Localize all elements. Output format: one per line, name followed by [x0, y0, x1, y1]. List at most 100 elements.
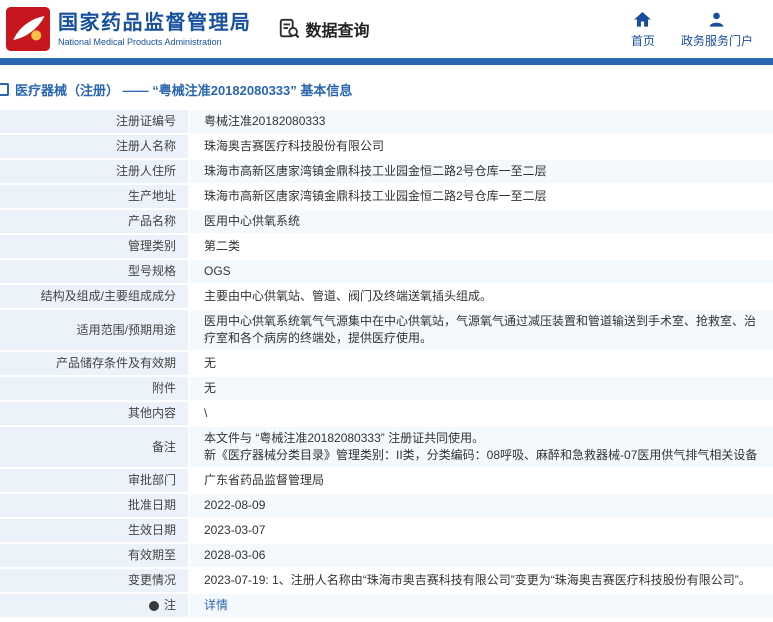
nav-gov-portal-label: 政务服务门户 [681, 32, 753, 49]
row-label-text: 审批部门 [128, 472, 176, 489]
row-label: 注册人名称 [0, 135, 188, 158]
breadcrumb-icon [0, 83, 9, 96]
row-label: 注册证编号 [0, 110, 188, 133]
table-row: 注册人住所珠海市高新区唐家湾镇金鼎科技工业园金恒二路2号仓库一至二层 [0, 160, 773, 183]
row-value: 主要由中心供氧站、管道、阀门及终端送氧插头组成。 [190, 285, 773, 308]
row-label-text: 备注 [152, 439, 176, 456]
nav-home[interactable]: 首页 [631, 10, 655, 49]
breadcrumb: 医疗器械（注册） —— “粤械注准20182080333” 基本信息 [0, 65, 773, 110]
table-row: 审批部门广东省药品监督管理局 [0, 469, 773, 492]
row-label-text: 管理类别 [128, 238, 176, 255]
row-label-text: 型号规格 [128, 263, 176, 280]
table-row: 附件无 [0, 377, 773, 400]
row-value: 2028-03-06 [190, 544, 773, 567]
row-value: 医用中心供氧系统氧气气源集中在中心供氧站，气源氧气通过减压装置和管道输送到手术室… [190, 310, 773, 350]
top-nav: 首页 政务服务门户 [631, 10, 761, 49]
row-value: 详情 [190, 594, 773, 617]
row-label-text: 注 [164, 597, 176, 614]
data-query-icon [278, 18, 300, 40]
registration-info-table: 注册证编号粤械注准20182080333注册人名称珠海奥吉赛医疗科技股份有限公司… [0, 110, 773, 617]
row-label: 结构及组成/主要组成成分 [0, 285, 188, 308]
table-row: 变更情况 2023-07-19: 1、注册人名称由“珠海市奥吉赛科技有限公司”变更… [0, 569, 773, 592]
table-row: 生产地址珠海市高新区唐家湾镇金鼎科技工业园金恒二路2号仓库一至二层 [0, 185, 773, 208]
home-icon [633, 10, 652, 29]
row-label-text: 注册证编号 [116, 113, 176, 130]
row-label: 注册人住所 [0, 160, 188, 183]
row-label: 注 [0, 594, 188, 617]
row-value: 无 [190, 377, 773, 400]
table-row: 管理类别第二类 [0, 235, 773, 258]
detail-link[interactable]: 详情 [204, 597, 228, 614]
row-label-text: 产品名称 [128, 213, 176, 230]
row-label-text: 有效期至 [128, 547, 176, 564]
table-row: 型号规格 OGS [0, 260, 773, 283]
row-label: 附件 [0, 377, 188, 400]
user-icon [707, 10, 726, 29]
row-label-text: 生产地址 [128, 188, 176, 205]
logo-text: 国家药品监督管理局 National Medical Products Admi… [58, 12, 252, 47]
header-divider-bar [0, 58, 773, 65]
row-value: 无 [190, 352, 773, 375]
data-query-label: 数据查询 [306, 17, 370, 41]
row-label-text: 适用范围/预期用途 [77, 322, 176, 339]
row-label-text: 附件 [152, 380, 176, 397]
row-label: 产品储存条件及有效期 [0, 352, 188, 375]
row-value: \ [190, 402, 773, 425]
row-value: 2023-07-19: 1、注册人名称由“珠海市奥吉赛科技有限公司”变更为“珠海… [190, 569, 773, 592]
row-value: 2023-03-07 [190, 519, 773, 542]
nav-gov-portal[interactable]: 政务服务门户 [681, 10, 753, 49]
row-label: 其他内容 [0, 402, 188, 425]
row-label: 备注 [0, 427, 188, 467]
row-value: 粤械注准20182080333 [190, 110, 773, 133]
row-label-text: 变更情况 [128, 572, 176, 589]
table-row: 批准日期 2022-08-09 [0, 494, 773, 517]
nmpa-logo-icon [6, 7, 50, 51]
table-row: 生效日期 2023-03-07 [0, 519, 773, 542]
data-query-title: 数据查询 [278, 17, 370, 41]
row-label-text: 生效日期 [128, 522, 176, 539]
table-row: 结构及组成/主要组成成分主要由中心供氧站、管道、阀门及终端送氧插头组成。 [0, 285, 773, 308]
row-label: 批准日期 [0, 494, 188, 517]
table-row: 其他内容 \ [0, 402, 773, 425]
table-row: 产品储存条件及有效期无 [0, 352, 773, 375]
row-label-text: 注册人名称 [116, 138, 176, 155]
row-value: 2022-08-09 [190, 494, 773, 517]
table-row: 注 详情 [0, 594, 773, 617]
table-row: 备注本文件与 “粤械注准20182080333” 注册证共同使用。 新《医疗器械… [0, 427, 773, 467]
table-row: 注册证编号粤械注准20182080333 [0, 110, 773, 133]
table-row: 产品名称医用中心供氧系统 [0, 210, 773, 233]
row-value: 本文件与 “粤械注准20182080333” 注册证共同使用。 新《医疗器械分类… [190, 427, 773, 467]
row-label-text: 结构及组成/主要组成成分 [41, 288, 176, 305]
row-label: 产品名称 [0, 210, 188, 233]
breadcrumb-text: 医疗器械（注册） —— “粤械注准20182080333” 基本信息 [15, 80, 352, 99]
row-label-text: 批准日期 [128, 497, 176, 514]
row-label: 生产地址 [0, 185, 188, 208]
note-icon [149, 601, 159, 611]
table-row: 注册人名称珠海奥吉赛医疗科技股份有限公司 [0, 135, 773, 158]
row-label: 生效日期 [0, 519, 188, 542]
row-label: 管理类别 [0, 235, 188, 258]
row-label-text: 产品储存条件及有效期 [56, 355, 176, 372]
row-label: 审批部门 [0, 469, 188, 492]
row-value: 珠海奥吉赛医疗科技股份有限公司 [190, 135, 773, 158]
row-value: 广东省药品监督管理局 [190, 469, 773, 492]
table-row: 适用范围/预期用途医用中心供氧系统氧气气源集中在中心供氧站，气源氧气通过减压装置… [0, 310, 773, 350]
row-label: 有效期至 [0, 544, 188, 567]
row-label-text: 其他内容 [128, 405, 176, 422]
row-value: 珠海市高新区唐家湾镇金鼎科技工业园金恒二路2号仓库一至二层 [190, 160, 773, 183]
row-value: 珠海市高新区唐家湾镇金鼎科技工业园金恒二路2号仓库一至二层 [190, 185, 773, 208]
row-value: 医用中心供氧系统 [190, 210, 773, 233]
row-value: OGS [190, 260, 773, 283]
logo-block: 国家药品监督管理局 National Medical Products Admi… [6, 7, 252, 51]
site-title: 国家药品监督管理局 [58, 12, 252, 35]
row-label-text: 注册人住所 [116, 163, 176, 180]
nav-home-label: 首页 [631, 32, 655, 49]
site-header: 国家药品监督管理局 National Medical Products Admi… [0, 0, 773, 58]
site-subtitle: National Medical Products Administration [58, 37, 252, 47]
row-value: 第二类 [190, 235, 773, 258]
row-label: 型号规格 [0, 260, 188, 283]
row-label: 适用范围/预期用途 [0, 310, 188, 350]
table-row: 有效期至 2028-03-06 [0, 544, 773, 567]
nmpa-logo[interactable] [6, 7, 50, 51]
row-label: 变更情况 [0, 569, 188, 592]
